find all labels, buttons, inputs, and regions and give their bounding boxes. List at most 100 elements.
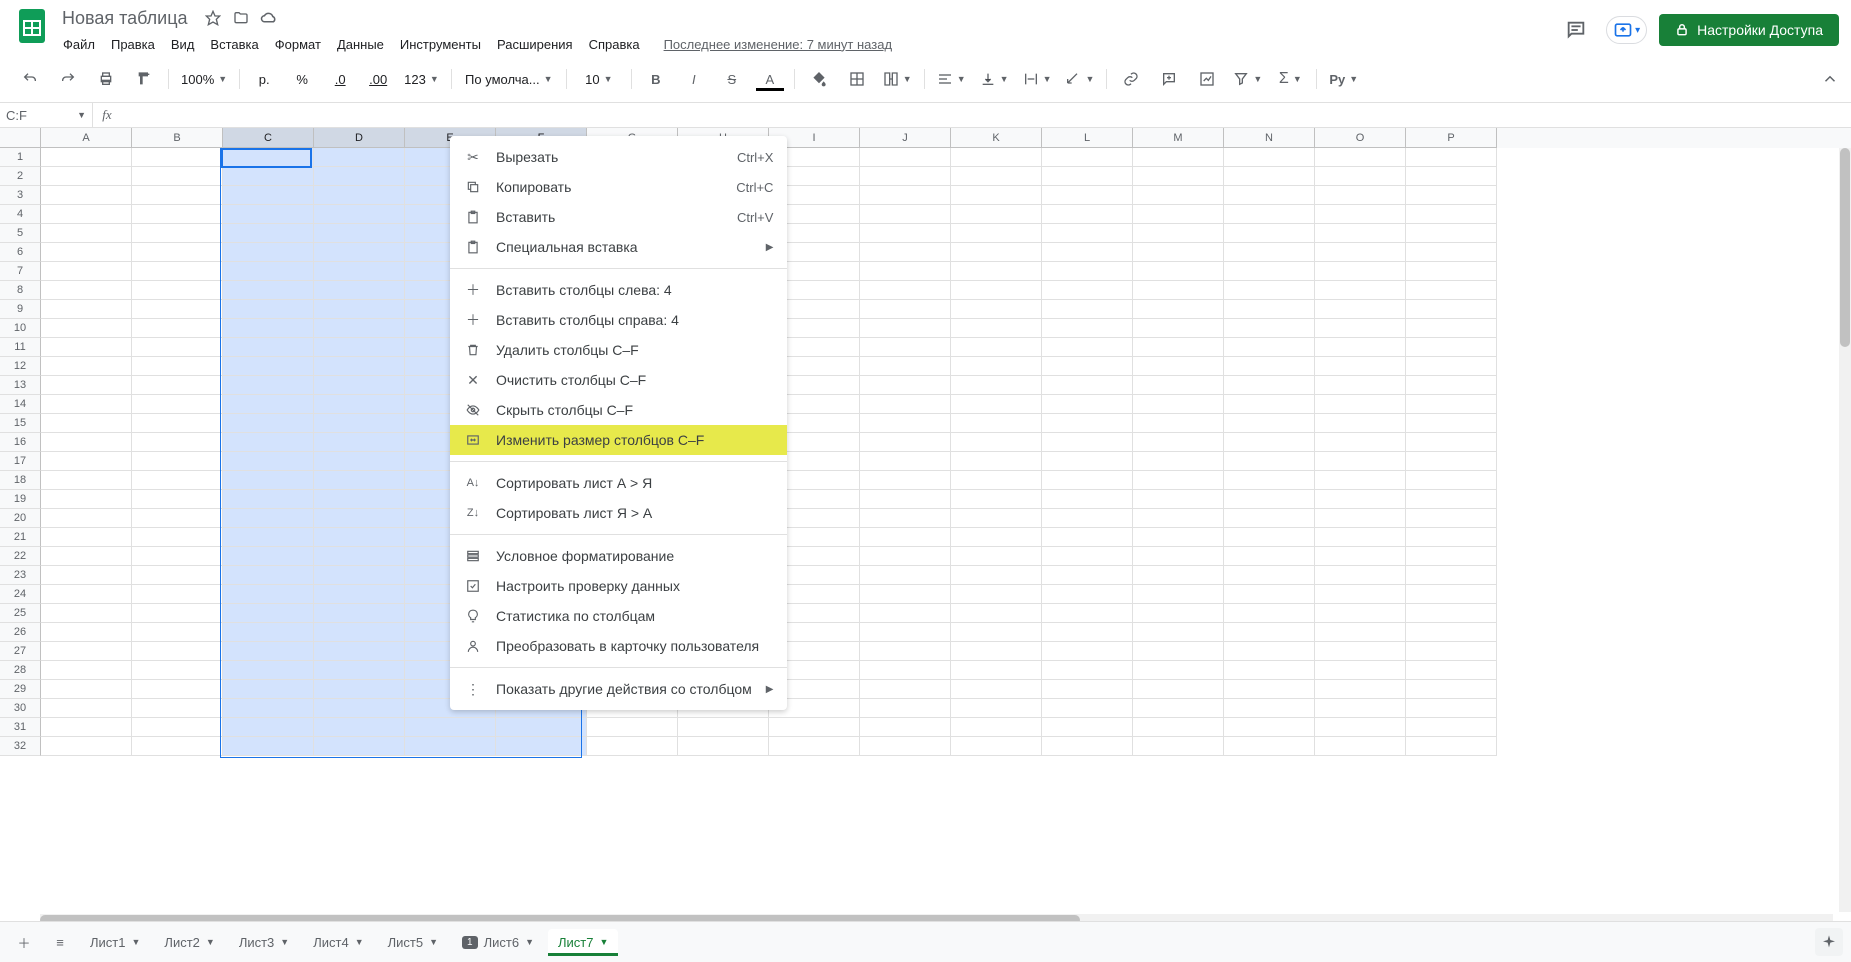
cell[interactable] [1315, 623, 1406, 642]
cell[interactable] [951, 319, 1042, 338]
cell[interactable] [769, 718, 860, 737]
cell[interactable] [1224, 357, 1315, 376]
chart-icon[interactable] [1189, 65, 1225, 93]
cell[interactable] [860, 376, 951, 395]
cell[interactable] [1315, 414, 1406, 433]
text-color-icon[interactable]: A [752, 65, 788, 93]
cell[interactable] [1224, 471, 1315, 490]
cell[interactable] [314, 395, 405, 414]
cell[interactable] [1133, 471, 1224, 490]
percent-button[interactable]: % [284, 65, 320, 93]
col-header-P[interactable]: P [1406, 128, 1497, 148]
cell[interactable] [587, 718, 678, 737]
cell[interactable] [1133, 167, 1224, 186]
cell[interactable] [860, 604, 951, 623]
cell[interactable] [951, 414, 1042, 433]
cell[interactable] [132, 490, 223, 509]
cell[interactable] [41, 281, 132, 300]
cell[interactable] [223, 186, 314, 205]
cell[interactable] [1224, 148, 1315, 167]
cell[interactable] [1406, 376, 1497, 395]
cell[interactable] [41, 186, 132, 205]
wrap-icon[interactable]: ▼ [1017, 65, 1058, 93]
ctx-copy[interactable]: КопироватьCtrl+C [450, 172, 787, 202]
cell[interactable] [951, 718, 1042, 737]
cell[interactable] [1406, 471, 1497, 490]
cell[interactable] [1315, 604, 1406, 623]
cell[interactable] [951, 661, 1042, 680]
row-header[interactable]: 31 [0, 718, 41, 737]
cell[interactable] [951, 205, 1042, 224]
cell[interactable] [314, 661, 405, 680]
cell[interactable] [1406, 167, 1497, 186]
cell[interactable] [1315, 357, 1406, 376]
cell[interactable] [860, 205, 951, 224]
cell[interactable] [1315, 642, 1406, 661]
cell[interactable] [41, 623, 132, 642]
cell[interactable] [314, 718, 405, 737]
cell[interactable] [1042, 471, 1133, 490]
row-header[interactable]: 2 [0, 167, 41, 186]
cell[interactable] [1315, 661, 1406, 680]
row-header[interactable]: 11 [0, 338, 41, 357]
ctx-resize[interactable]: Изменить размер столбцов C–F [450, 425, 787, 455]
cell[interactable] [1224, 186, 1315, 205]
cell[interactable] [314, 452, 405, 471]
cell[interactable] [1042, 167, 1133, 186]
cell[interactable] [496, 737, 587, 756]
cell[interactable] [1315, 680, 1406, 699]
cell[interactable] [1406, 186, 1497, 205]
cell[interactable] [223, 281, 314, 300]
cell[interactable] [1042, 243, 1133, 262]
cell[interactable] [1315, 167, 1406, 186]
cell[interactable] [1133, 338, 1224, 357]
cell[interactable] [1042, 452, 1133, 471]
font-select[interactable]: По умолча...▼ [458, 65, 560, 93]
cell[interactable] [1315, 509, 1406, 528]
cell[interactable] [1224, 585, 1315, 604]
cell[interactable] [1042, 547, 1133, 566]
col-header-D[interactable]: D [314, 128, 405, 148]
cell[interactable] [860, 471, 951, 490]
share-button[interactable]: Настройки Доступа [1659, 14, 1839, 46]
cell[interactable] [678, 737, 769, 756]
cell[interactable] [132, 148, 223, 167]
col-header-C[interactable]: C [223, 128, 314, 148]
cell[interactable] [1224, 642, 1315, 661]
sheet-tab[interactable]: Лист1▼ [80, 929, 150, 956]
cell[interactable] [1224, 224, 1315, 243]
cell[interactable] [223, 395, 314, 414]
cell[interactable] [1224, 281, 1315, 300]
menu-view[interactable]: Вид [164, 33, 202, 56]
cell[interactable] [223, 414, 314, 433]
cell[interactable] [314, 319, 405, 338]
menu-tools[interactable]: Инструменты [393, 33, 488, 56]
row-header[interactable]: 14 [0, 395, 41, 414]
cell[interactable] [1315, 433, 1406, 452]
cell[interactable] [860, 148, 951, 167]
cell[interactable] [1406, 414, 1497, 433]
cell[interactable] [223, 300, 314, 319]
cell[interactable] [860, 262, 951, 281]
zoom-select[interactable]: 100%▼ [175, 65, 233, 93]
cell[interactable] [223, 490, 314, 509]
cell[interactable] [1042, 604, 1133, 623]
cell[interactable] [1406, 699, 1497, 718]
cell[interactable] [1224, 262, 1315, 281]
cell[interactable] [951, 680, 1042, 699]
rotate-icon[interactable]: ▼ [1059, 65, 1100, 93]
col-header-L[interactable]: L [1042, 128, 1133, 148]
cell[interactable] [1406, 205, 1497, 224]
cell[interactable] [132, 395, 223, 414]
cell[interactable] [314, 414, 405, 433]
cell[interactable] [132, 281, 223, 300]
cell[interactable] [1133, 661, 1224, 680]
cell[interactable] [223, 737, 314, 756]
cell[interactable] [1224, 243, 1315, 262]
cell[interactable] [314, 680, 405, 699]
cell[interactable] [860, 699, 951, 718]
cell[interactable] [860, 718, 951, 737]
cell[interactable] [951, 148, 1042, 167]
cell[interactable] [41, 262, 132, 281]
filter-icon[interactable]: ▼ [1227, 65, 1268, 93]
